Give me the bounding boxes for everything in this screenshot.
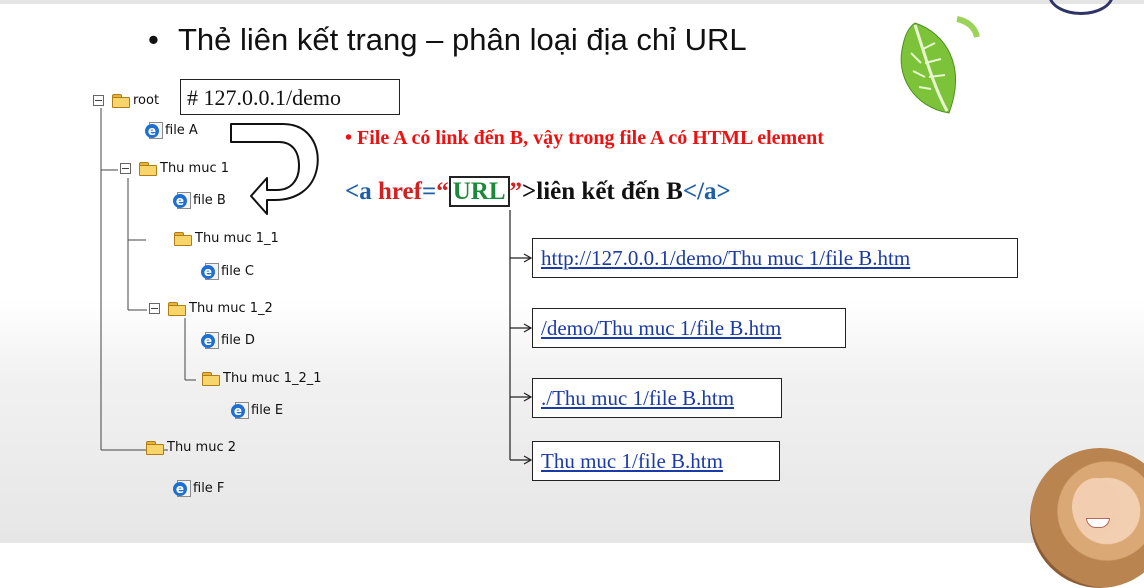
url-option-root-relative[interactable]: /demo/Thu muc 1/file B.htm (532, 308, 846, 348)
url-option-dot-relative[interactable]: ./Thu muc 1/file B.htm (532, 378, 782, 418)
url-option-absolute[interactable]: http://127.0.0.1/demo/Thu muc 1/file B.h… (532, 238, 1018, 278)
url-option-relative[interactable]: Thu muc 1/file B.htm (532, 441, 780, 481)
